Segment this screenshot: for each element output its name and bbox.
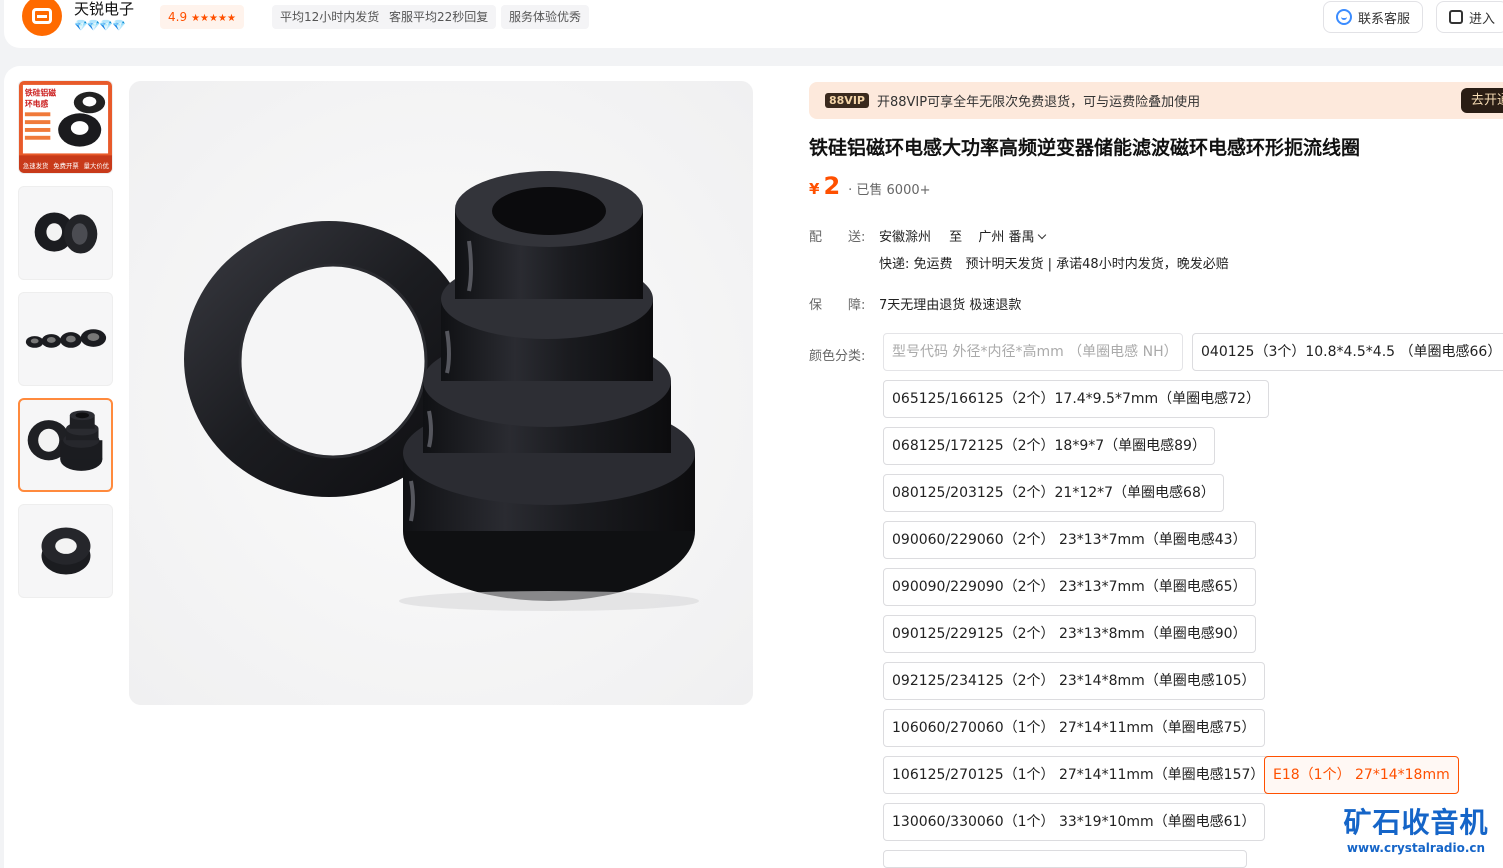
shop-level-diamonds-icon: 💎💎💎💎	[74, 19, 126, 32]
thumbnail-single-ring-image	[41, 527, 91, 575]
delivery-label: 配 送:	[809, 230, 866, 245]
guarantee-label: 保 障:	[809, 298, 866, 313]
sku-option[interactable]: 106060/270060（1个） 27*14*11mm（单圈电感75）	[883, 709, 1265, 747]
delivery-route: 安徽滁州 至 广州 番禺	[879, 226, 1047, 245]
thumbnail-3[interactable]	[18, 292, 113, 386]
thumb-footer-2: 免费开票	[53, 161, 79, 170]
store-icon	[1449, 10, 1463, 24]
price-value: 2	[823, 172, 841, 200]
watermark-url: www.crystalradio.cn	[1346, 841, 1486, 855]
guarantee-text: 7天无理由退货 极速退款	[879, 298, 1022, 313]
contact-service-label: 联系客服	[1358, 11, 1411, 27]
delivery-details: 快递: 免运费 预计明天发货 | 承诺48小时内发货，晚发必赔	[879, 257, 1229, 272]
price-currency: ¥	[809, 180, 820, 198]
contact-service-button[interactable]: 联系客服	[1323, 1, 1424, 33]
toroid-cores-photo	[129, 81, 753, 705]
product-title: 铁硅铝磁环电感大功率高频逆变器储能滤波磁环电感环形扼流线圈	[809, 137, 1361, 159]
enter-shop-label: 进入	[1469, 11, 1496, 27]
thumb-title-line1: 铁硅铝磁	[25, 88, 56, 98]
chevron-down-icon	[1038, 230, 1047, 240]
sku-option[interactable]: 090060/229060（2个） 23*13*7mm（单圈电感43）	[883, 521, 1256, 559]
shop-rating-badge: 4.9 ★★★★★	[160, 5, 244, 29]
shop-name[interactable]: 天锐电子	[74, 0, 134, 19]
chat-icon	[1336, 9, 1352, 25]
delivery-from: 安徽滁州	[879, 230, 932, 245]
sku-option[interactable]: 090125/229125（2个） 23*13*8mm（单圈电感90）	[883, 615, 1256, 653]
sku-option[interactable]: 080125/203125（2个）21*12*7（单圈电感68）	[883, 474, 1224, 512]
sku-label: 颜色分类:	[809, 349, 866, 364]
delivery-destination: 广州 番禺	[978, 230, 1035, 245]
thumbnail-5[interactable]	[18, 504, 113, 598]
price-row: ¥ 2 · 已售 6000+	[809, 172, 931, 200]
thumbnail-4[interactable]	[18, 398, 113, 492]
sku-option[interactable]: 090090/229090（2个） 23*13*7mm（单圈电感65）	[883, 568, 1256, 606]
thumbnail-rings-row-image	[25, 329, 107, 348]
delivery-destination-select[interactable]: 广州 番禺	[978, 230, 1047, 245]
delivery-to-word: 至	[949, 230, 963, 245]
shop-badge-shipping: 平均12小时内发货	[272, 5, 388, 29]
main-product-image[interactable]	[129, 81, 753, 705]
thumbnail-1[interactable]: 铁硅铝磁 环电感 急速发货 免费开票 量大价优	[18, 80, 113, 174]
thumbnail-poster-image: 铁硅铝磁 环电感 急速发货 免费开票 量大价优	[19, 81, 112, 173]
sku-option[interactable]: 065125/166125（2个）17.4*9.5*7mm（单圈电感72）	[883, 380, 1269, 418]
enter-shop-button[interactable]: 进入	[1436, 1, 1503, 33]
vip-banner: 88VIP 开88VIP可享全年无限次免费退货，可与运费险叠加使用 去开通	[809, 82, 1503, 119]
sku-option-selected[interactable]: E18（1个） 27*14*18mm	[1264, 756, 1459, 794]
thumb-footer-3: 量大价优	[84, 161, 110, 170]
shop-logo[interactable]	[22, 0, 62, 36]
sku-option[interactable]: 106125/270125（1个） 27*14*11mm（单圈电感157）	[883, 756, 1274, 794]
sku-option[interactable]: 092125/234125（2个） 23*14*8mm（单圈电感105）	[883, 662, 1265, 700]
thumbnail-rings-pair-image	[34, 212, 98, 254]
thumbnail-ring-stack-image	[27, 410, 103, 471]
thumb-footer-1: 急速发货	[23, 161, 48, 170]
vip-open-button[interactable]: 去开通	[1461, 88, 1503, 113]
sku-option-partial[interactable]	[883, 850, 1247, 868]
rating-value: 4.9	[168, 10, 188, 24]
sku-option[interactable]: 068125/172125（2个）18*9*7（单圈电感89）	[883, 427, 1215, 465]
thumbnail-2[interactable]	[18, 186, 113, 280]
shop-badge-experience: 服务体验优秀	[501, 5, 590, 29]
sku-option[interactable]: 130060/330060（1个） 33*19*10mm（单圈电感61）	[883, 803, 1265, 841]
rating-stars-icon: ★★★★★	[191, 13, 236, 24]
sku-search-input[interactable]: 型号代码 外径*内径*高mm （单圈电感 NH）	[883, 333, 1183, 371]
vip-badge: 88VIP	[825, 93, 869, 108]
shop-badge-service: 客服平均22秒回复	[381, 5, 497, 29]
site-watermark: 矿石收音机 www.crystalradio.cn	[1336, 806, 1496, 856]
sku-option[interactable]: 040125（3个）10.8*4.5*4.5 （单圈电感66）	[1192, 333, 1503, 371]
watermark-title: 矿石收音机	[1343, 806, 1489, 839]
shop-bag-icon	[32, 8, 52, 24]
thumb-title-line2: 环电感	[25, 98, 49, 108]
shop-header: 天锐电子 💎💎💎💎 4.9 ★★★★★ 平均12小时内发货 客服平均22秒回复 服…	[4, 0, 1503, 48]
vip-banner-text: 开88VIP可享全年无限次免费退货，可与运费险叠加使用	[876, 95, 1201, 110]
sold-count: · 已售 6000+	[848, 183, 931, 198]
